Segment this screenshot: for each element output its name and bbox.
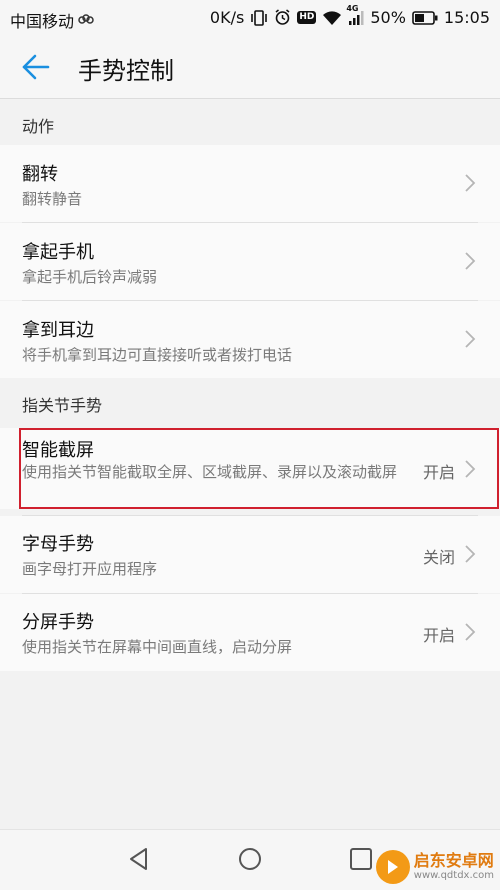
item-subtitle: 画字母打开应用程序 bbox=[22, 560, 158, 578]
setting-item-split-screen[interactable]: 分屏手势 使用指关节在屏幕中间画直线，启动分屏 开启 bbox=[0, 594, 500, 671]
network-speed: 0K/s bbox=[209, 8, 245, 27]
nav-home-button[interactable] bbox=[237, 846, 263, 872]
signal-icon: 4G bbox=[346, 4, 364, 26]
setting-item-pickup[interactable]: 拿起手机 拿起手机后铃声减弱 bbox=[0, 223, 500, 300]
item-subtitle: 翻转静音 bbox=[22, 190, 83, 208]
item-subtitle: 将手机拿到耳边可直接接听或者拨打电话 bbox=[22, 346, 293, 364]
setting-item-letter-gesture[interactable]: 字母手势 画字母打开应用程序 关闭 bbox=[0, 516, 500, 593]
item-status: 关闭 bbox=[422, 548, 455, 567]
item-subtitle: 使用指关节在屏幕中间画直线，启动分屏 bbox=[22, 638, 293, 656]
item-title: 分屏手势 bbox=[22, 612, 94, 633]
nav-recent-button[interactable] bbox=[348, 846, 374, 872]
arrow-left-icon bbox=[22, 54, 50, 80]
status-bar: 中国移动 0K/s HD 4G 50% 15:05 bbox=[0, 0, 500, 36]
triangle-back-icon bbox=[130, 848, 147, 870]
vibrate-icon bbox=[250, 9, 268, 27]
battery-icon bbox=[412, 10, 438, 25]
chevron-right-icon bbox=[465, 174, 476, 192]
clock: 15:05 bbox=[443, 8, 490, 27]
battery-percent: 50% bbox=[370, 8, 406, 27]
square-recent-icon bbox=[350, 848, 372, 870]
item-title: 拿到耳边 bbox=[22, 320, 94, 341]
back-button[interactable] bbox=[20, 52, 56, 82]
carrier-label: 中国移动 bbox=[10, 12, 75, 31]
title-bar: 手势控制 bbox=[0, 36, 500, 99]
page-title: 手势控制 bbox=[78, 57, 174, 85]
watermark-url: www.qdtdx.com bbox=[413, 870, 494, 881]
watermark-logo-icon bbox=[375, 850, 410, 884]
highlight-box bbox=[19, 428, 499, 509]
wifi-icon bbox=[322, 10, 342, 26]
chevron-right-icon bbox=[465, 545, 476, 563]
hd-badge: HD bbox=[297, 11, 317, 24]
watermark-name: 启东安卓网 bbox=[413, 851, 494, 870]
chevron-right-icon bbox=[465, 252, 476, 270]
watermark: 启东安卓网 www.qdtdx.com bbox=[375, 850, 494, 884]
alarm-icon bbox=[274, 9, 291, 26]
item-subtitle: 拿起手机后铃声减弱 bbox=[22, 268, 158, 286]
cloud-sync-icon bbox=[78, 14, 94, 26]
chevron-right-icon bbox=[465, 330, 476, 348]
section-header-knuckle: 指关节手势 bbox=[22, 396, 103, 415]
item-title: 字母手势 bbox=[22, 534, 94, 555]
item-title: 翻转 bbox=[22, 164, 58, 185]
item-title: 拿起手机 bbox=[22, 242, 94, 263]
item-status: 开启 bbox=[422, 626, 455, 645]
circle-home-icon bbox=[239, 848, 261, 870]
section-header-actions: 动作 bbox=[22, 117, 55, 136]
chevron-right-icon bbox=[465, 623, 476, 641]
nav-back-button[interactable] bbox=[126, 846, 152, 872]
setting-item-flip[interactable]: 翻转 翻转静音 bbox=[0, 145, 500, 222]
setting-item-to-ear[interactable]: 拿到耳边 将手机拿到耳边可直接接听或者拨打电话 bbox=[0, 301, 500, 378]
network-type: 4G bbox=[346, 3, 359, 13]
